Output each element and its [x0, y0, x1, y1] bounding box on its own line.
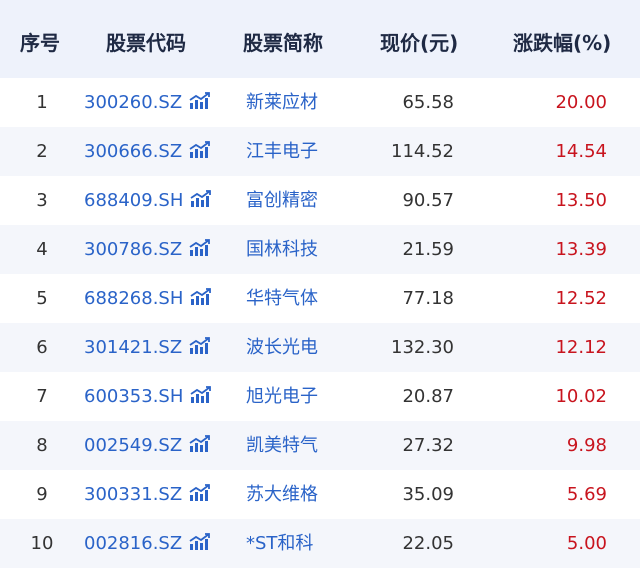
stock-code-cell[interactable]: 300786.SZ — [84, 225, 224, 274]
stock-code-cell[interactable]: 688268.SH — [84, 274, 224, 323]
change-percent: 10.02 — [555, 386, 607, 407]
change-percent: 12.52 — [555, 288, 607, 309]
change-percent: 20.00 — [555, 92, 607, 113]
stock-code-link[interactable]: 300331.SZ — [84, 484, 182, 505]
trend-chart-icon[interactable] — [189, 227, 211, 276]
table-row: 6 301421.SZ 波长光电 132.30 12.12 — [0, 323, 640, 372]
row-index: 4 — [36, 239, 48, 260]
header-change: 涨跌幅(%) — [513, 31, 612, 55]
stock-name-link[interactable]: 华特气体 — [246, 274, 366, 323]
stock-code-cell[interactable]: 300666.SZ — [84, 127, 224, 176]
change-percent: 13.39 — [555, 239, 607, 260]
header-index: 序号 — [20, 31, 60, 55]
table-row: 5 688268.SH 华特气体 77.18 12.52 — [0, 274, 640, 323]
stock-name-link[interactable]: 波长光电 — [246, 323, 366, 372]
table-row: 8 002549.SZ 凯美特气 27.32 9.98 — [0, 421, 640, 470]
stock-name-link[interactable]: 凯美特气 — [246, 421, 366, 470]
change-percent: 13.50 — [555, 190, 607, 211]
change-percent: 12.12 — [555, 337, 607, 358]
row-index: 3 — [36, 190, 48, 211]
table-header: 序号 股票代码 股票简称 现价(元) 涨跌幅(%) — [0, 0, 640, 78]
trend-chart-icon[interactable] — [189, 325, 211, 374]
change-percent: 5.69 — [566, 484, 607, 505]
stock-table: 序号 股票代码 股票简称 现价(元) 涨跌幅(%) 1 300260.SZ 新莱应材… — [0, 0, 640, 578]
stock-code-link[interactable]: 600353.SH — [84, 386, 183, 407]
stock-code-link[interactable]: 301421.SZ — [84, 337, 182, 358]
price-value: 114.52 — [391, 141, 454, 162]
change-percent: 5.00 — [566, 533, 607, 554]
header-code: 股票代码 — [106, 31, 186, 55]
price-value: 35.09 — [402, 484, 454, 505]
price-value: 20.87 — [402, 386, 454, 407]
table-row: 7 600353.SH 旭光电子 20.87 10.02 — [0, 372, 640, 421]
price-value: 27.32 — [402, 435, 454, 456]
row-index: 5 — [36, 288, 48, 309]
price-value: 77.18 — [402, 288, 454, 309]
row-index: 6 — [36, 337, 48, 358]
stock-name-link[interactable]: 国林科技 — [246, 225, 366, 274]
row-index: 8 — [36, 435, 48, 456]
stock-code-link[interactable]: 002816.SZ — [84, 533, 182, 554]
trend-chart-icon[interactable] — [189, 423, 211, 472]
table-row: 4 300786.SZ 国林科技 21.59 13.39 — [0, 225, 640, 274]
table-row: 1 300260.SZ 新莱应材 65.58 20.00 — [0, 78, 640, 127]
stock-name-link[interactable]: 苏大维格 — [246, 470, 366, 519]
trend-chart-icon[interactable] — [189, 80, 211, 129]
stock-code-cell[interactable]: 300331.SZ — [84, 470, 224, 519]
stock-name-link[interactable]: 富创精密 — [246, 176, 366, 225]
stock-name-link[interactable]: *ST和科 — [246, 519, 366, 568]
trend-chart-icon[interactable] — [190, 374, 212, 423]
row-index: 1 — [36, 92, 48, 113]
stock-name-link[interactable]: 新莱应材 — [246, 78, 366, 127]
stock-code-cell[interactable]: 002816.SZ — [84, 519, 224, 568]
stock-name-link[interactable]: 江丰电子 — [246, 127, 366, 176]
trend-chart-icon[interactable] — [190, 178, 212, 227]
stock-code-link[interactable]: 688268.SH — [84, 288, 183, 309]
change-percent: 14.54 — [555, 141, 607, 162]
stock-name-link[interactable]: 旭光电子 — [246, 372, 366, 421]
stock-code-cell[interactable]: 002549.SZ — [84, 421, 224, 470]
stock-code-cell[interactable]: 300260.SZ — [84, 78, 224, 127]
row-index: 10 — [30, 533, 54, 554]
stock-code-link[interactable]: 300666.SZ — [84, 141, 182, 162]
table-row: 9 300331.SZ 苏大维格 35.09 5.69 — [0, 470, 640, 519]
trend-chart-icon[interactable] — [189, 472, 211, 521]
price-value: 21.59 — [402, 239, 454, 260]
price-value: 132.30 — [391, 337, 454, 358]
stock-code-link[interactable]: 688409.SH — [84, 190, 183, 211]
trend-chart-icon[interactable] — [189, 129, 211, 178]
stock-code-link[interactable]: 002549.SZ — [84, 435, 182, 456]
row-index: 2 — [36, 141, 48, 162]
header-name: 股票简称 — [243, 31, 323, 55]
table-row: 2 300666.SZ 江丰电子 114.52 14.54 — [0, 127, 640, 176]
price-value: 22.05 — [402, 533, 454, 554]
trend-chart-icon[interactable] — [189, 521, 211, 570]
stock-code-cell[interactable]: 600353.SH — [84, 372, 224, 421]
header-price: 现价(元) — [380, 31, 459, 55]
change-percent: 9.98 — [566, 435, 607, 456]
row-index: 9 — [36, 484, 48, 505]
table-row: 10 002816.SZ *ST和科 22.05 5.00 — [0, 519, 640, 568]
stock-code-cell[interactable]: 301421.SZ — [84, 323, 224, 372]
table-row: 3 688409.SH 富创精密 90.57 13.50 — [0, 176, 640, 225]
stock-code-cell[interactable]: 688409.SH — [84, 176, 224, 225]
price-value: 65.58 — [402, 92, 454, 113]
trend-chart-icon[interactable] — [190, 276, 212, 325]
row-index: 7 — [36, 386, 48, 407]
price-value: 90.57 — [402, 190, 454, 211]
stock-code-link[interactable]: 300260.SZ — [84, 92, 182, 113]
stock-code-link[interactable]: 300786.SZ — [84, 239, 182, 260]
